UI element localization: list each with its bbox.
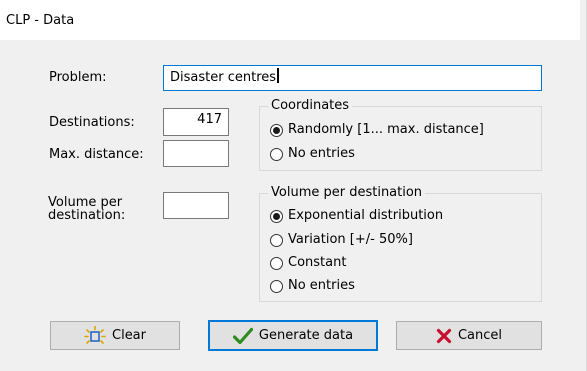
radio-unchecked-icon xyxy=(270,256,283,270)
clear-button[interactable]: Clear xyxy=(50,321,180,350)
max-distance-label: Max. distance: xyxy=(49,147,144,162)
volume-label-line2: destination: xyxy=(48,208,126,223)
volume-option-variation[interactable]: Variation [+/- 50%] xyxy=(270,232,413,248)
max-distance-input[interactable] xyxy=(163,140,229,167)
radio-checked-icon xyxy=(270,123,283,137)
sparkle-box-icon xyxy=(84,325,106,346)
clear-button-label: Clear xyxy=(112,328,146,343)
volume-option-constant[interactable]: Constant xyxy=(270,255,346,271)
problem-input[interactable]: Disaster centres xyxy=(163,65,542,91)
generate-data-button-label: Generate data xyxy=(258,328,354,343)
window-title: CLP - Data xyxy=(6,13,75,28)
destinations-label: Destinations: xyxy=(49,115,135,130)
radio-unchecked-icon xyxy=(270,233,283,247)
title-bar[interactable]: CLP - Data xyxy=(0,0,580,40)
cancel-button-label: Cancel xyxy=(457,328,503,343)
destinations-input[interactable]: 417 xyxy=(163,108,229,136)
destinations-input-value: 417 xyxy=(197,112,222,127)
volume-option-label: Constant xyxy=(288,255,347,270)
coordinates-option-randomly[interactable]: Randomly [1... max. distance] xyxy=(270,122,484,138)
cancel-button[interactable]: Cancel xyxy=(396,321,542,350)
coordinates-option-label: No entries xyxy=(288,146,355,161)
volume-option-exponential[interactable]: Exponential distribution xyxy=(270,208,443,224)
volume-option-label: Exponential distribution xyxy=(288,208,444,223)
checkmark-icon xyxy=(232,327,253,345)
volume-option-no-entries[interactable]: No entries xyxy=(270,278,355,294)
text-caret xyxy=(277,68,280,83)
coordinates-option-label: Randomly [1... max. distance] xyxy=(288,122,484,137)
volume-per-destination-group: Volume per destination Exponential distr… xyxy=(259,185,542,302)
coordinates-group: Coordinates Randomly [1... max. distance… xyxy=(259,98,542,171)
coordinates-option-no-entries[interactable]: No entries xyxy=(270,146,355,162)
generate-data-button[interactable]: Generate data xyxy=(208,320,378,351)
coordinates-group-title: Coordinates xyxy=(268,98,353,114)
problem-input-value: Disaster centres xyxy=(170,70,277,85)
dialog-client-area: Problem: Disaster centres Destinations: … xyxy=(0,40,580,371)
volume-option-label: Variation [+/- 50%] xyxy=(288,232,413,247)
dialog-window: CLP - Data Problem: Disaster centres Des… xyxy=(0,0,587,371)
problem-label: Problem: xyxy=(49,70,107,85)
x-icon xyxy=(436,328,452,344)
radio-unchecked-icon xyxy=(270,279,283,293)
volume-option-label: No entries xyxy=(288,278,355,293)
volume-input[interactable] xyxy=(163,192,229,219)
radio-checked-icon xyxy=(270,209,283,223)
radio-unchecked-icon xyxy=(270,147,283,161)
volume-group-title: Volume per destination xyxy=(268,185,426,201)
